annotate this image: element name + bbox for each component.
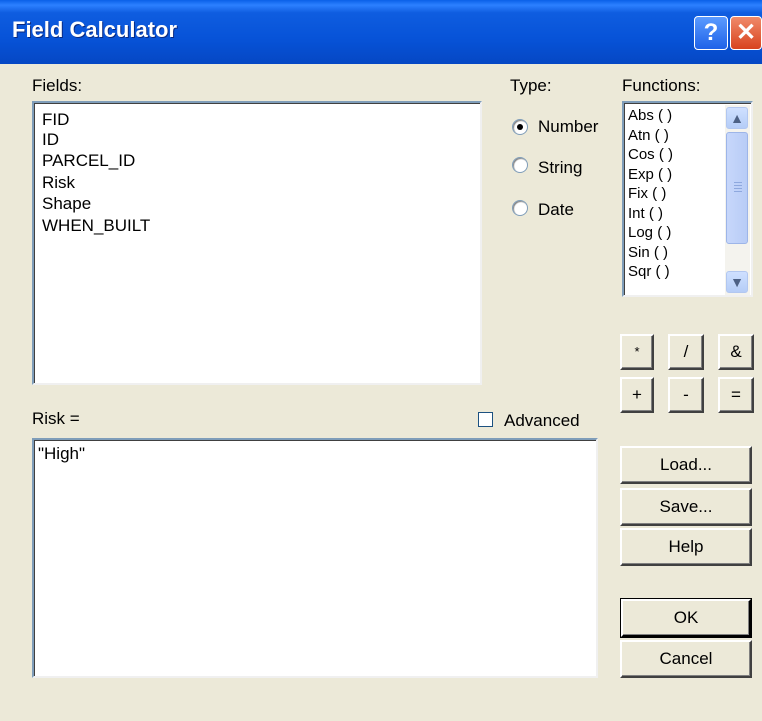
field-item[interactable]: PARCEL_ID [42, 149, 472, 173]
minus-button[interactable]: - [668, 377, 704, 413]
divide-button[interactable]: / [668, 334, 704, 370]
expression-text[interactable]: "High" [38, 444, 85, 463]
help-button[interactable]: Help [620, 528, 752, 566]
type-number-radio[interactable] [512, 119, 528, 135]
fields-list[interactable]: FID ID PARCEL_ID Risk Shape WHEN_BUILT [32, 101, 482, 385]
equals-button[interactable]: = [718, 377, 754, 413]
type-number-label[interactable]: Number [538, 117, 598, 137]
cancel-button[interactable]: Cancel [620, 640, 752, 678]
multiply-button[interactable]: * [620, 334, 654, 370]
type-date-label[interactable]: Date [538, 200, 574, 220]
advanced-checkbox[interactable] [478, 412, 493, 427]
type-label: Type: [510, 76, 552, 95]
fields-label: Fields: [32, 76, 83, 95]
ok-button[interactable]: OK [620, 598, 752, 638]
ampersand-button[interactable]: & [718, 334, 754, 370]
field-item[interactable]: Risk [42, 171, 472, 195]
type-date-radio[interactable] [512, 200, 528, 216]
title-bar[interactable]: Field Calculator ? ✕ [0, 0, 762, 64]
close-title-button[interactable]: ✕ [730, 16, 762, 50]
window-title: Field Calculator [12, 17, 178, 42]
save-button[interactable]: Save... [620, 488, 752, 526]
load-button[interactable]: Load... [620, 446, 752, 484]
field-calculator-dialog: Field Calculator ? ✕ Fields: FID ID PARC… [0, 0, 762, 721]
plus-button[interactable]: + [620, 377, 654, 413]
functions-scrollbar[interactable]: ▲ ▼ [725, 105, 750, 295]
advanced-label[interactable]: Advanced [504, 411, 580, 431]
expression-textbox[interactable]: "High" [32, 438, 598, 678]
field-item[interactable]: ID [42, 128, 472, 152]
scroll-up-icon[interactable]: ▲ [726, 107, 748, 129]
expression-label: Risk = [32, 409, 80, 428]
functions-label: Functions: [622, 76, 701, 95]
field-item[interactable]: WHEN_BUILT [42, 214, 472, 238]
scroll-thumb[interactable] [726, 132, 748, 244]
type-string-radio[interactable] [512, 157, 528, 173]
field-item[interactable]: Shape [42, 192, 472, 216]
type-string-label[interactable]: String [538, 158, 582, 178]
help-title-button[interactable]: ? [694, 16, 728, 50]
scroll-down-icon[interactable]: ▼ [726, 271, 748, 293]
